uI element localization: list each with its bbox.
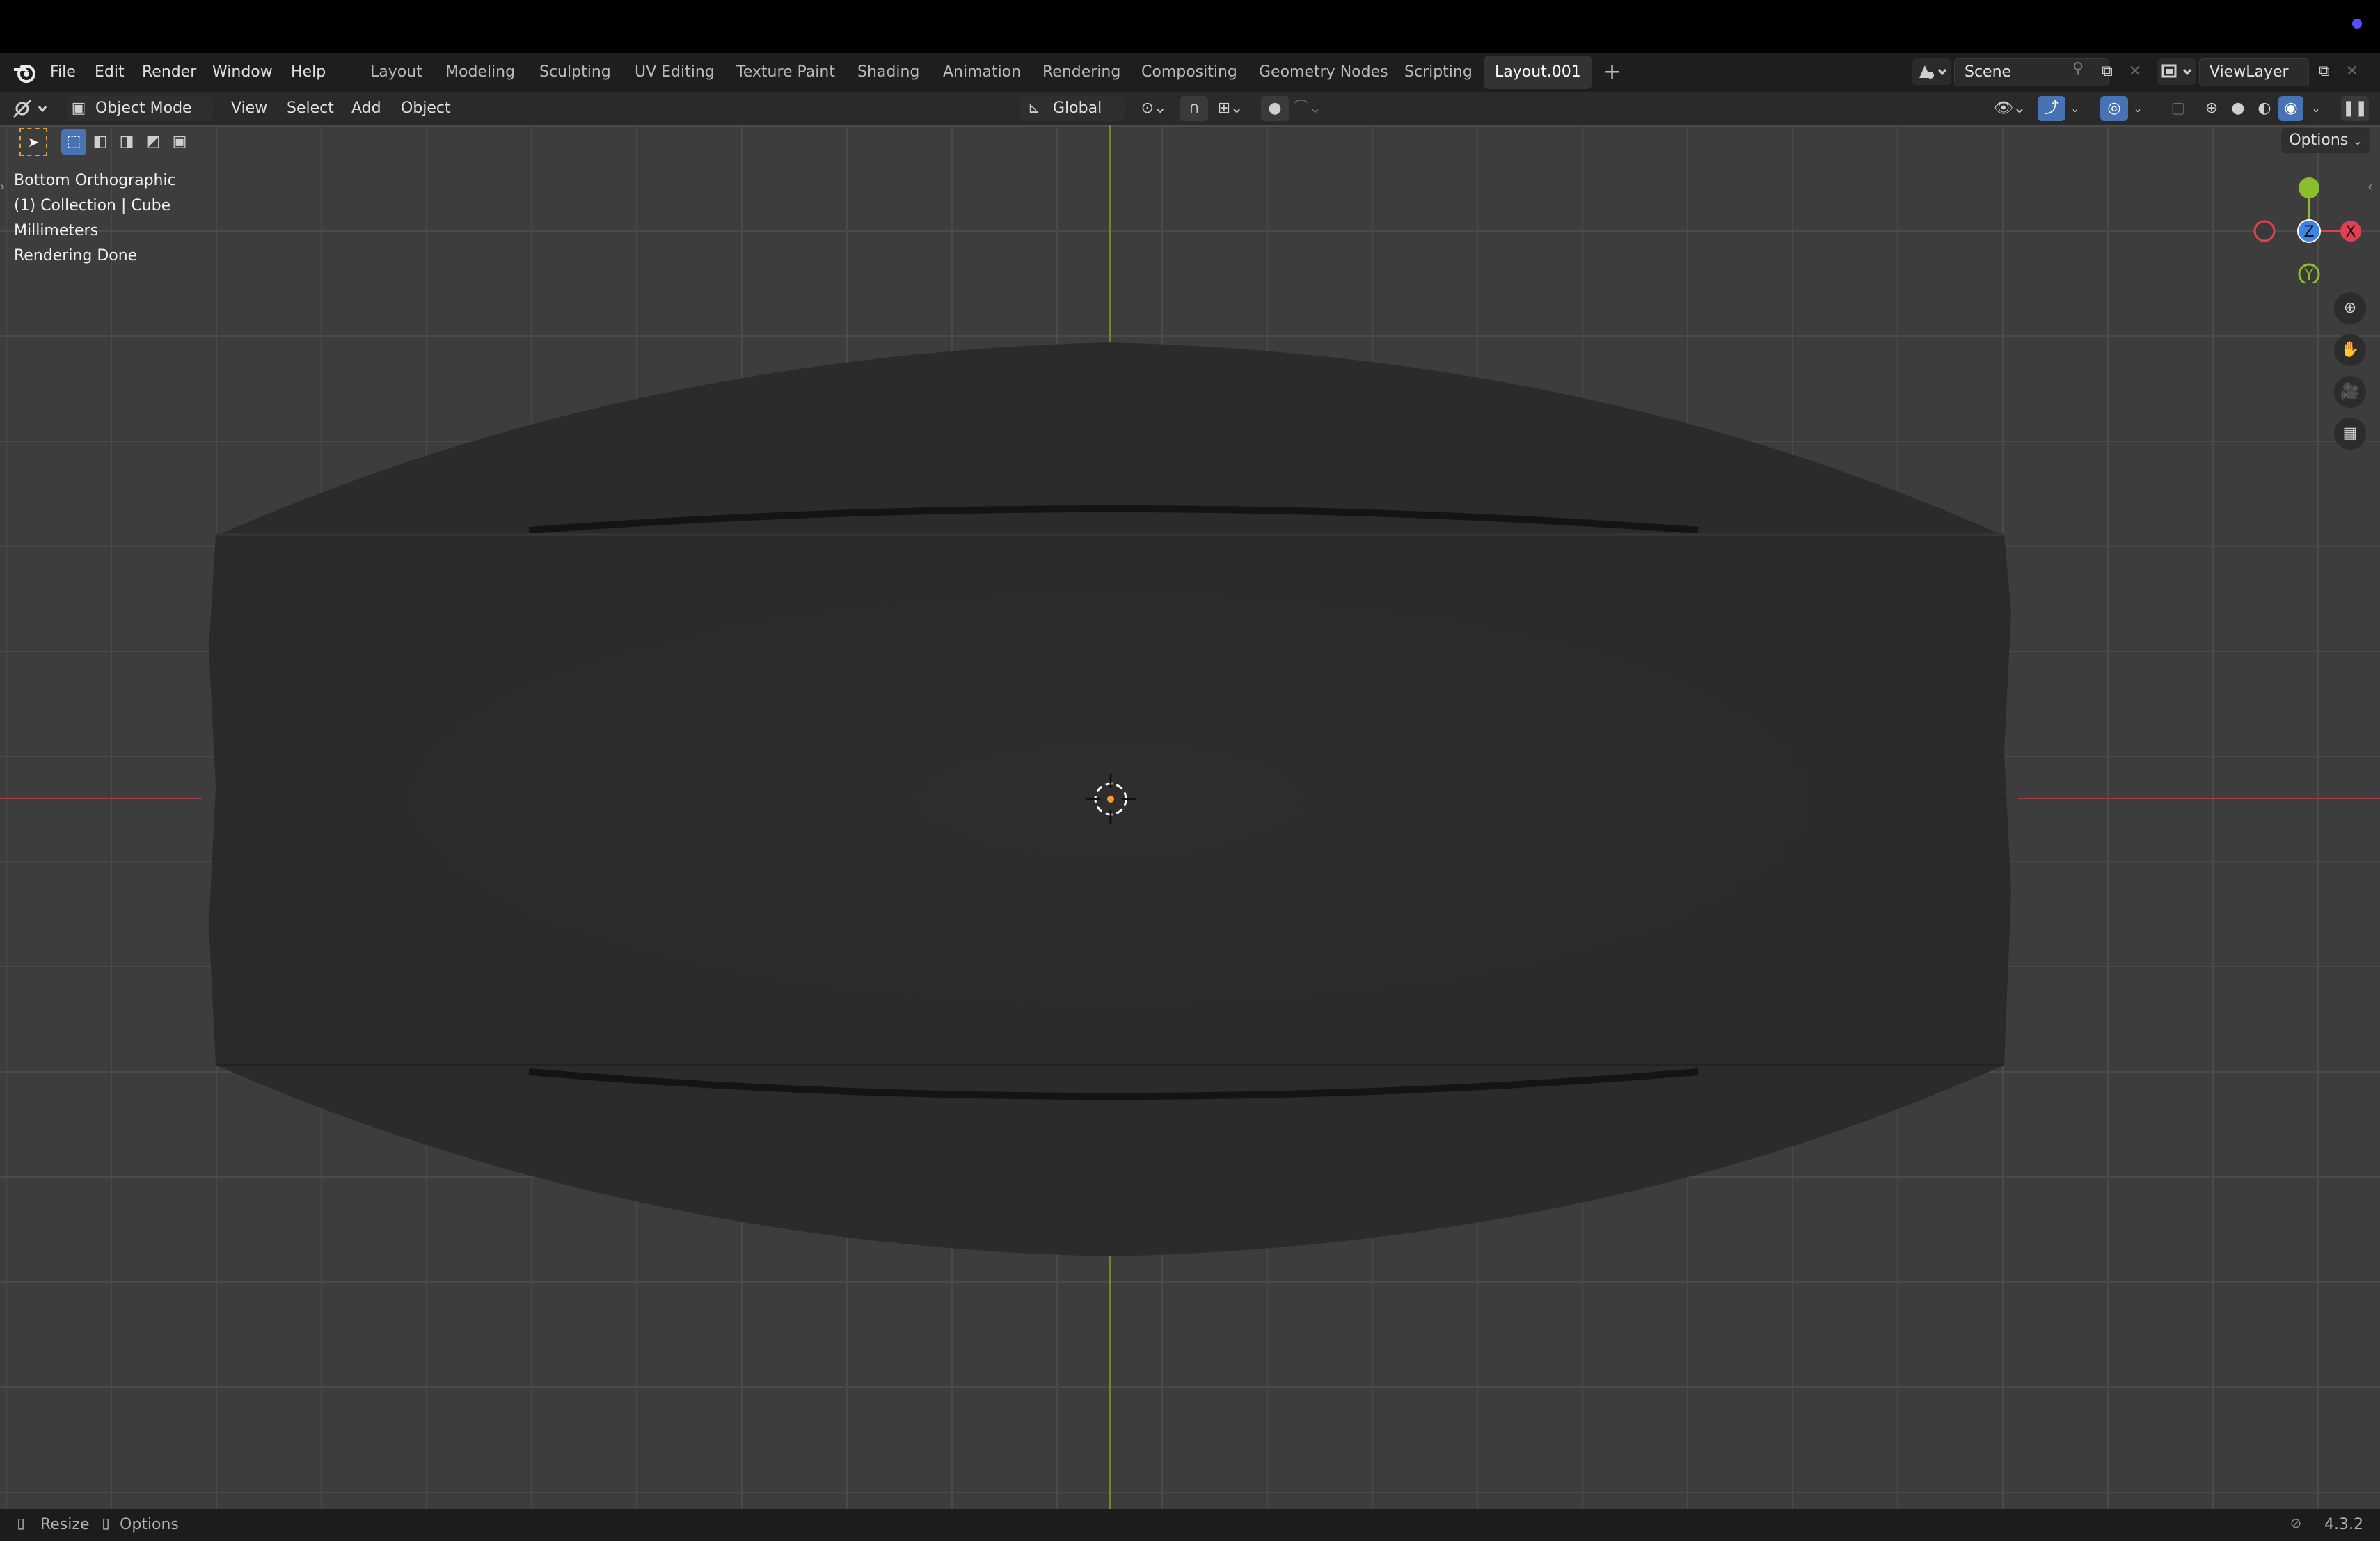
new-view-layer-icon[interactable]: ⧉: [2310, 58, 2338, 85]
select-subtract-icon[interactable]: ◨: [114, 129, 139, 155]
pan-hand-icon[interactable]: ✋: [2334, 334, 2366, 366]
menu-select[interactable]: Select: [287, 96, 334, 121]
3d-viewport[interactable]: ➤ ⬚ ◧ ◨ ◩ ▣ Options ⌄ Bottom Orthographi…: [0, 125, 2380, 1509]
units-info: Millimeters: [14, 222, 99, 239]
view-layer-type-icon[interactable]: [2157, 58, 2196, 85]
scene-name: Scene: [1965, 63, 2012, 81]
proportional-edit-icon[interactable]: ●: [1261, 96, 1289, 121]
object-mode-icon: ▣: [71, 100, 86, 117]
mouse-left-icon: ▯: [17, 1515, 25, 1531]
tab-texture-paint[interactable]: Texture Paint: [725, 56, 846, 89]
menu-add[interactable]: Add: [351, 96, 381, 121]
blender-logo-icon[interactable]: [11, 58, 39, 86]
options-dropdown[interactable]: Options ⌄: [2281, 128, 2370, 153]
overlays-dropdown-icon[interactable]: ⌄: [2129, 96, 2146, 121]
status-bar: ▯ Resize ▯ Options ⊘ 4.3.2: [0, 1509, 2380, 1541]
menu-help[interactable]: Help: [291, 53, 326, 92]
snap-toggle-icon[interactable]: ∩: [1180, 96, 1208, 121]
grid-toggle-icon[interactable]: ▦: [2334, 418, 2366, 450]
3d-cursor-icon[interactable]: [1081, 770, 1140, 828]
new-scene-icon[interactable]: ⧉: [2093, 58, 2121, 85]
transform-orientation-dropdown[interactable]: ⊾ Global ⌄: [1020, 96, 1125, 141]
pause-render-icon[interactable]: ❚❚: [2341, 96, 2369, 121]
menu-window[interactable]: Window: [212, 53, 273, 92]
gizmo-y-label: Y: [2303, 267, 2314, 283]
gizmo-dropdown-icon[interactable]: ⌄: [2067, 96, 2084, 121]
mouse-right-icon: ▯: [102, 1515, 110, 1531]
proportional-falloff-icon[interactable]: ⌒⌄: [1290, 96, 1325, 121]
snap-target-icon[interactable]: ⊞⌄: [1211, 96, 1250, 121]
tab-shading[interactable]: Shading: [846, 56, 930, 89]
tab-geometry-nodes[interactable]: Geometry Nodes: [1248, 56, 1399, 89]
rendered-object: [209, 342, 2011, 1256]
scene-type-icon[interactable]: [1912, 58, 1951, 85]
active-tool-icon[interactable]: ➤: [19, 128, 47, 156]
status-options-label: Options: [120, 1516, 179, 1533]
tab-modeling[interactable]: Modeling: [434, 56, 526, 89]
menu-view[interactable]: View: [231, 96, 267, 121]
network-off-icon: ⊘: [2290, 1515, 2302, 1531]
object-mode-label: Object Mode: [95, 100, 192, 117]
tab-sculpting[interactable]: Sculpting: [528, 56, 622, 89]
solid-shading-icon[interactable]: ●: [2226, 96, 2251, 121]
status-resize-label: Resize: [40, 1516, 90, 1533]
gizmo-z-label: Z: [2303, 223, 2314, 241]
tab-compositing[interactable]: Compositing: [1130, 56, 1248, 89]
visibility-icon[interactable]: 👁⌄: [1989, 96, 2031, 121]
gizmo-toggle-icon[interactable]: ⤴: [2038, 96, 2065, 121]
collection-info: (1) Collection | Cube: [14, 197, 171, 214]
tab-layout[interactable]: Layout: [359, 56, 434, 89]
select-extend-icon[interactable]: ◧: [88, 129, 113, 155]
select-intersect-icon[interactable]: ▣: [167, 129, 192, 155]
menu-edit[interactable]: Edit: [95, 53, 125, 92]
view-layer-name: ViewLayer: [2210, 63, 2289, 81]
material-preview-icon[interactable]: ◐: [2252, 96, 2277, 121]
orientation-axes-icon: ⊾: [1027, 100, 1041, 117]
xray-toggle-icon[interactable]: ▢: [2166, 96, 2191, 121]
menu-render[interactable]: Render: [142, 53, 196, 92]
navigation-gizmo[interactable]: Z X Y: [2245, 171, 2370, 283]
menu-object[interactable]: Object: [401, 96, 451, 121]
orientation-label: Global: [1053, 100, 1102, 117]
tab-uv-editing[interactable]: UV Editing: [624, 56, 726, 89]
toolbar-expand-icon[interactable]: ›: [0, 180, 5, 194]
editor-type-button[interactable]: [10, 96, 54, 121]
add-workspace-button[interactable]: +: [1592, 56, 1632, 89]
delete-view-layer-icon[interactable]: ✕: [2341, 58, 2363, 85]
select-invert-icon[interactable]: ◩: [141, 129, 166, 155]
shading-dropdown-icon[interactable]: ⌄: [2308, 96, 2324, 121]
title-bar: [0, 0, 2380, 53]
version-label: 4.3.2: [2324, 1516, 2363, 1533]
render-status: Rendering Done: [14, 247, 138, 264]
object-mode-dropdown[interactable]: ▣ Object Mode ⌄: [67, 96, 213, 141]
pivot-point-icon[interactable]: ⊙⌄: [1134, 96, 1173, 121]
camera-view-icon[interactable]: 🎥: [2334, 376, 2366, 408]
overlays-toggle-icon[interactable]: ◎: [2100, 96, 2128, 121]
chevron-down-icon: ⌄: [2353, 134, 2363, 148]
tab-animation[interactable]: Animation: [932, 56, 1032, 89]
options-label: Options: [2289, 132, 2349, 149]
zoom-icon[interactable]: ⊕: [2334, 292, 2366, 324]
tab-layout-001[interactable]: Layout.001: [1484, 56, 1592, 89]
tab-scripting[interactable]: Scripting: [1393, 56, 1484, 89]
tab-rendering[interactable]: Rendering: [1031, 56, 1132, 89]
pin-icon[interactable]: ⚲: [2067, 60, 2089, 84]
delete-scene-icon[interactable]: ✕: [2124, 58, 2146, 85]
menu-file[interactable]: File: [50, 53, 76, 92]
wireframe-shading-icon[interactable]: ⊕: [2199, 96, 2224, 121]
rendered-shading-icon[interactable]: ◉: [2278, 96, 2303, 121]
select-new-icon[interactable]: ⬚: [61, 129, 86, 155]
notification-dot-icon: [2352, 19, 2362, 29]
gizmo-x-label: X: [2345, 223, 2356, 241]
viewport-info: Bottom Orthographic (1) Collection | Cub…: [14, 168, 176, 269]
view-layer-field[interactable]: ViewLayer: [2199, 58, 2309, 86]
view-name: Bottom Orthographic: [14, 172, 176, 189]
